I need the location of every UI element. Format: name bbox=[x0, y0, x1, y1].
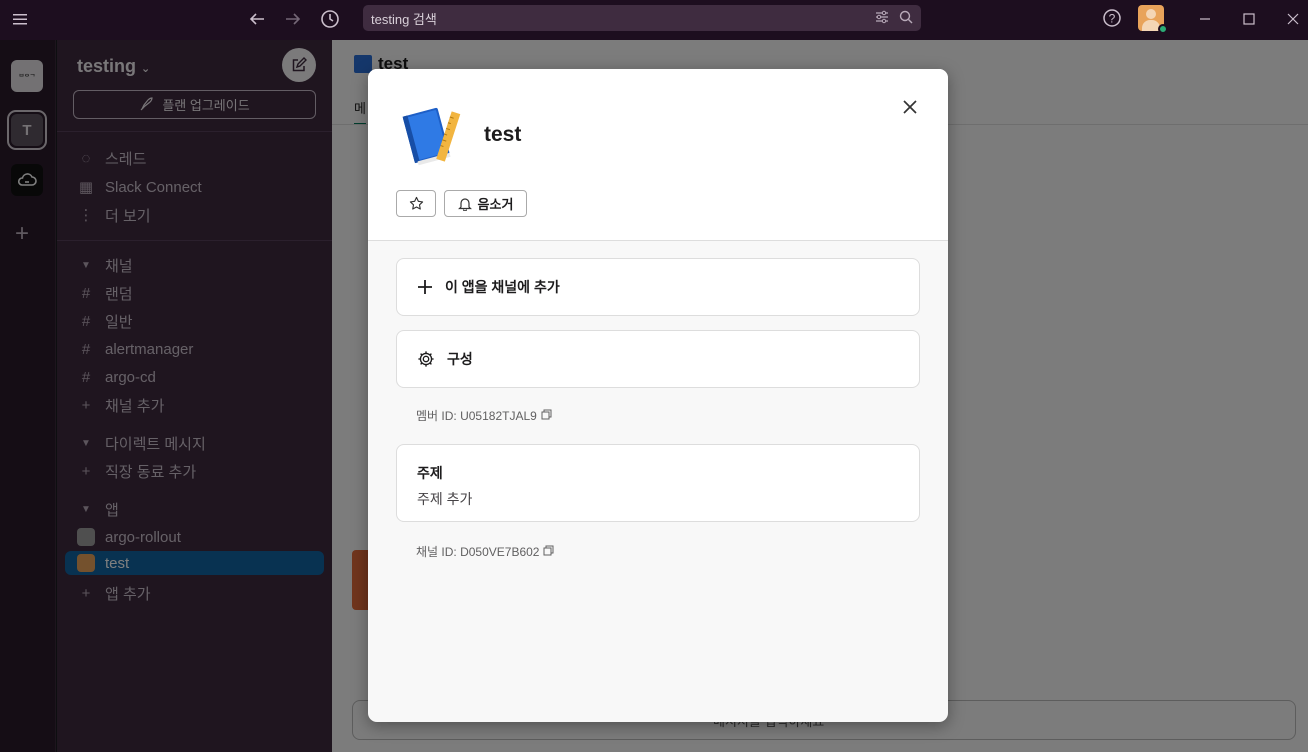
back-arrow-icon[interactable] bbox=[246, 8, 268, 30]
search-bar[interactable]: testing 검색 bbox=[363, 5, 921, 31]
copy-icon[interactable] bbox=[543, 545, 554, 559]
copy-icon[interactable] bbox=[541, 409, 552, 423]
minimize-icon[interactable] bbox=[1194, 8, 1216, 30]
svg-text:?: ? bbox=[1109, 12, 1116, 26]
add-to-channel-card[interactable]: 이 앱을 채널에 추가 bbox=[396, 258, 920, 316]
channel-id: 채널 ID: D050VE7B602 bbox=[416, 543, 554, 560]
gear-icon bbox=[418, 351, 434, 367]
close-button[interactable] bbox=[898, 95, 922, 119]
mute-button[interactable]: 음소거 bbox=[444, 190, 527, 217]
notebook-icon bbox=[398, 102, 464, 166]
search-icon[interactable] bbox=[899, 10, 913, 27]
bell-icon bbox=[457, 198, 472, 211]
presence-indicator bbox=[1158, 24, 1168, 34]
modal-title: test bbox=[484, 123, 522, 146]
topic-label: 주제 bbox=[417, 465, 443, 481]
modal-header: test 음소거 bbox=[368, 69, 948, 241]
configure-card[interactable]: 구성 bbox=[396, 330, 920, 388]
history-icon[interactable] bbox=[318, 7, 342, 31]
plus-icon bbox=[418, 280, 432, 294]
star-icon bbox=[409, 196, 423, 210]
title-bar: testing 검색 ? bbox=[0, 0, 1308, 40]
forward-arrow-icon[interactable] bbox=[282, 8, 304, 30]
topic-card[interactable]: 주제 주제 추가 bbox=[396, 444, 920, 522]
help-icon[interactable]: ? bbox=[1101, 7, 1123, 29]
app-detail-modal: test 음소거 이 앱을 채널에 추가 구성 멤버 ID: U05182TJA… bbox=[368, 69, 948, 722]
maximize-icon[interactable] bbox=[1238, 8, 1260, 30]
member-id: 멤버 ID: U05182TJAL9 bbox=[416, 407, 552, 424]
filter-icon[interactable] bbox=[875, 10, 889, 27]
star-button[interactable] bbox=[396, 190, 436, 217]
close-window-icon[interactable] bbox=[1282, 8, 1304, 30]
hamburger-menu-icon[interactable] bbox=[10, 8, 32, 30]
close-icon bbox=[903, 100, 917, 114]
search-input[interactable]: testing 검색 bbox=[371, 9, 875, 28]
topic-value[interactable]: 주제 추가 bbox=[417, 489, 899, 509]
